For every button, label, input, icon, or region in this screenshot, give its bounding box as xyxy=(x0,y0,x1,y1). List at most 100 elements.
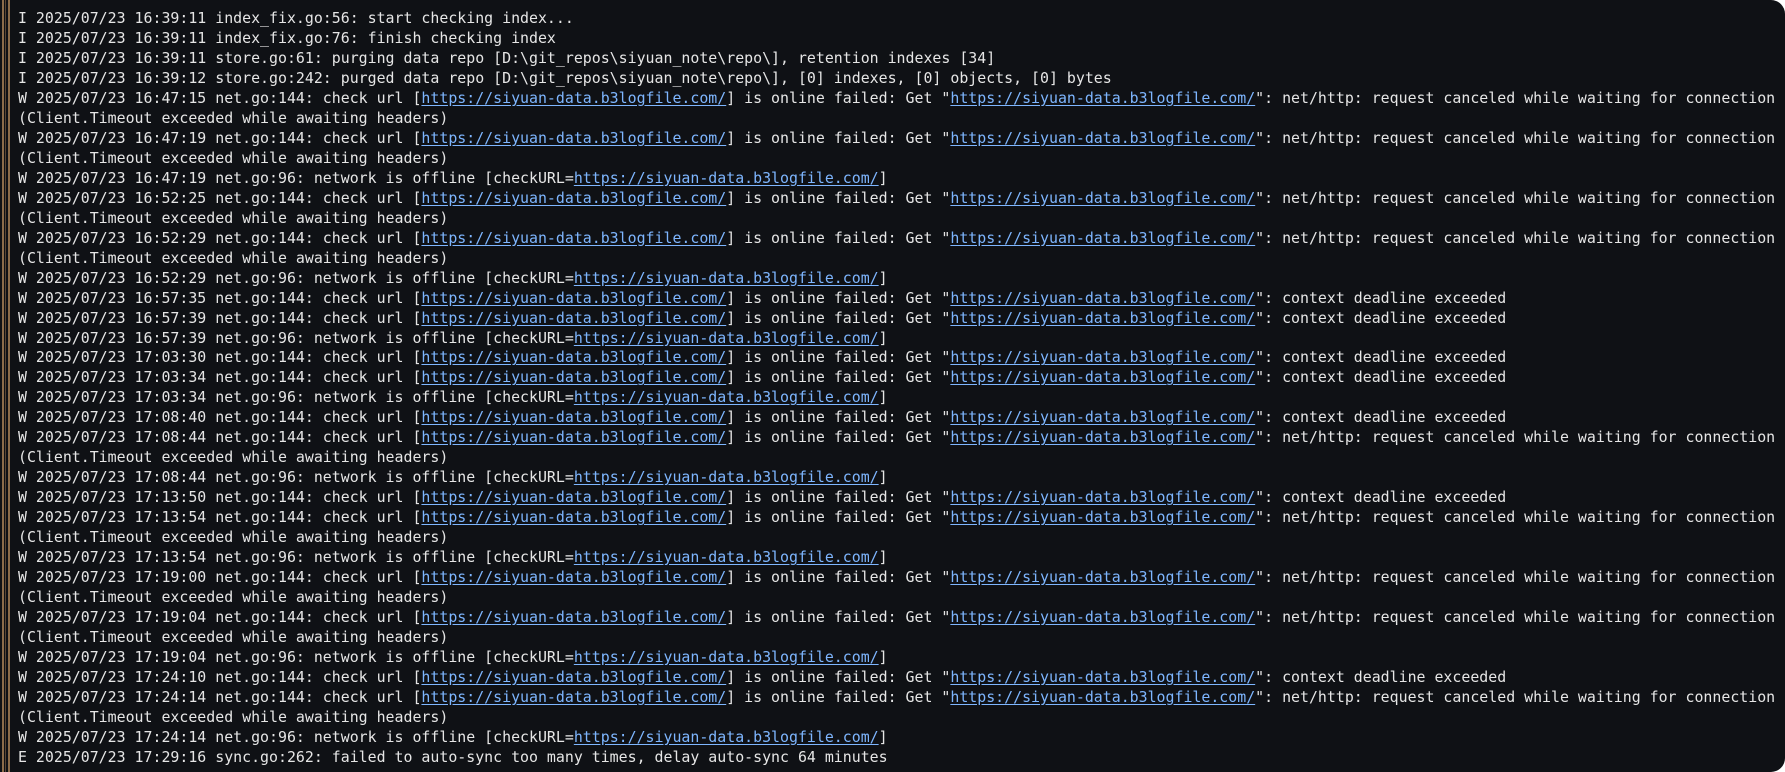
url-link[interactable]: https://siyuan-data.b3logfile.com/ xyxy=(950,189,1255,207)
url-link[interactable]: https://siyuan-data.b3logfile.com/ xyxy=(950,488,1255,506)
url-link[interactable]: https://siyuan-data.b3logfile.com/ xyxy=(950,408,1255,426)
url-link[interactable]: https://siyuan-data.b3logfile.com/ xyxy=(950,89,1255,107)
log-text: W 2025/07/23 17:13:54 net.go:96: network… xyxy=(18,548,574,567)
log-line: I 2025/07/23 16:39:11 index_fix.go:76: f… xyxy=(18,29,1777,49)
log-text: ] is online failed: Get " xyxy=(726,687,951,706)
log-text: ] is online failed: Get " xyxy=(726,308,951,327)
log-text: ] xyxy=(878,727,888,746)
log-line: W 2025/07/23 16:47:15 net.go:144: check … xyxy=(18,89,1777,109)
log-text: W 2025/07/23 17:19:04 net.go:144: check … xyxy=(18,608,422,627)
url-link[interactable]: https://siyuan-data.b3logfile.com/ xyxy=(950,668,1255,686)
url-link[interactable]: https://siyuan-data.b3logfile.com/ xyxy=(950,688,1255,706)
log-text: ": context deadline exceeded xyxy=(1255,368,1507,387)
url-link[interactable]: https://siyuan-data.b3logfile.com/ xyxy=(950,608,1255,626)
url-link[interactable]: https://siyuan-data.b3logfile.com/ xyxy=(421,229,726,247)
url-link[interactable]: https://siyuan-data.b3logfile.com/ xyxy=(950,129,1255,147)
url-link[interactable]: https://siyuan-data.b3logfile.com/ xyxy=(421,189,726,207)
log-text: ": net/http: request canceled while wait… xyxy=(1255,88,1776,107)
url-link[interactable]: https://siyuan-data.b3logfile.com/ xyxy=(421,348,726,366)
log-text: ": net/http: request canceled while wait… xyxy=(1255,428,1776,447)
url-link[interactable]: https://siyuan-data.b3logfile.com/ xyxy=(421,608,726,626)
log-text: (Client.Timeout exceeded while awaiting … xyxy=(18,707,449,726)
log-line: W 2025/07/23 16:52:29 net.go:96: network… xyxy=(18,269,1777,289)
log-line: W 2025/07/23 17:03:30 net.go:144: check … xyxy=(18,348,1777,368)
url-link[interactable]: https://siyuan-data.b3logfile.com/ xyxy=(574,648,879,666)
log-line: W 2025/07/23 17:13:50 net.go:144: check … xyxy=(18,488,1777,508)
url-link[interactable]: https://siyuan-data.b3logfile.com/ xyxy=(950,428,1255,446)
log-text: E 2025/07/23 17:29:16 sync.go:262: faile… xyxy=(18,747,888,766)
log-text: (Client.Timeout exceeded while awaiting … xyxy=(18,628,449,647)
log-line: W 2025/07/23 16:52:29 net.go:144: check … xyxy=(18,229,1777,249)
log-line: W 2025/07/23 17:24:10 net.go:144: check … xyxy=(18,668,1777,688)
url-link[interactable]: https://siyuan-data.b3logfile.com/ xyxy=(421,508,726,526)
url-link[interactable]: https://siyuan-data.b3logfile.com/ xyxy=(574,269,879,287)
log-text: W 2025/07/23 16:57:35 net.go:144: check … xyxy=(18,288,422,307)
url-link[interactable]: https://siyuan-data.b3logfile.com/ xyxy=(950,568,1255,586)
url-link[interactable]: https://siyuan-data.b3logfile.com/ xyxy=(950,309,1255,327)
url-link[interactable]: https://siyuan-data.b3logfile.com/ xyxy=(421,428,726,446)
log-line: W 2025/07/23 17:03:34 net.go:96: network… xyxy=(18,388,1777,408)
log-text: ] is online failed: Get " xyxy=(726,408,951,427)
log-text: W 2025/07/23 17:24:10 net.go:144: check … xyxy=(18,667,422,686)
log-text: W 2025/07/23 17:08:40 net.go:144: check … xyxy=(18,408,422,427)
log-line: W 2025/07/23 17:08:40 net.go:144: check … xyxy=(18,408,1777,428)
log-text: ": net/http: request canceled while wait… xyxy=(1255,228,1776,247)
log-text: ": context deadline exceeded xyxy=(1255,408,1507,427)
log-text: ] is online failed: Get " xyxy=(726,508,951,527)
log-output[interactable]: I 2025/07/23 16:39:11 index_fix.go:56: s… xyxy=(18,9,1777,772)
log-text: W 2025/07/23 16:57:39 net.go:96: network… xyxy=(18,328,574,347)
url-link[interactable]: https://siyuan-data.b3logfile.com/ xyxy=(574,548,879,566)
log-text: ] is online failed: Get " xyxy=(726,368,951,387)
log-line: W 2025/07/23 16:47:19 net.go:96: network… xyxy=(18,169,1777,189)
url-link[interactable]: https://siyuan-data.b3logfile.com/ xyxy=(421,309,726,327)
log-text: I 2025/07/23 16:39:11 index_fix.go:56: s… xyxy=(18,9,574,27)
url-link[interactable]: https://siyuan-data.b3logfile.com/ xyxy=(950,368,1255,386)
log-line: (Client.Timeout exceeded while awaiting … xyxy=(18,448,1777,468)
log-text: W 2025/07/23 17:24:14 net.go:144: check … xyxy=(18,687,422,706)
log-text: W 2025/07/23 16:47:19 net.go:144: check … xyxy=(18,128,422,147)
log-line: W 2025/07/23 17:13:54 net.go:144: check … xyxy=(18,508,1777,528)
log-text: ": net/http: request canceled while wait… xyxy=(1255,687,1776,706)
url-link[interactable]: https://siyuan-data.b3logfile.com/ xyxy=(421,668,726,686)
log-text: ": context deadline exceeded xyxy=(1255,348,1507,367)
log-text: ": net/http: request canceled while wait… xyxy=(1255,568,1776,587)
log-text: ] is online failed: Get " xyxy=(726,288,951,307)
url-link[interactable]: https://siyuan-data.b3logfile.com/ xyxy=(950,348,1255,366)
url-link[interactable]: https://siyuan-data.b3logfile.com/ xyxy=(421,289,726,307)
url-link[interactable]: https://siyuan-data.b3logfile.com/ xyxy=(574,468,879,486)
url-link[interactable]: https://siyuan-data.b3logfile.com/ xyxy=(421,89,726,107)
url-link[interactable]: https://siyuan-data.b3logfile.com/ xyxy=(421,368,726,386)
log-text: W 2025/07/23 17:19:04 net.go:96: network… xyxy=(18,648,574,666)
log-text: ] xyxy=(878,328,888,347)
url-link[interactable]: https://siyuan-data.b3logfile.com/ xyxy=(574,728,879,746)
log-text: W 2025/07/23 17:03:34 net.go:96: network… xyxy=(18,388,574,407)
log-line: I 2025/07/23 16:39:11 store.go:61: purgi… xyxy=(18,49,1777,69)
log-line: (Client.Timeout exceeded while awaiting … xyxy=(18,249,1777,269)
url-link[interactable]: https://siyuan-data.b3logfile.com/ xyxy=(950,289,1255,307)
log-text: (Client.Timeout exceeded while awaiting … xyxy=(18,588,449,607)
url-link[interactable]: https://siyuan-data.b3logfile.com/ xyxy=(950,508,1255,526)
log-line: (Client.Timeout exceeded while awaiting … xyxy=(18,708,1777,728)
url-link[interactable]: https://siyuan-data.b3logfile.com/ xyxy=(421,688,726,706)
log-line: W 2025/07/23 17:19:00 net.go:144: check … xyxy=(18,568,1777,588)
url-link[interactable]: https://siyuan-data.b3logfile.com/ xyxy=(421,408,726,426)
log-text: W 2025/07/23 16:52:29 net.go:96: network… xyxy=(18,268,574,287)
log-text: W 2025/07/23 17:24:14 net.go:96: network… xyxy=(18,727,574,746)
url-link[interactable]: https://siyuan-data.b3logfile.com/ xyxy=(421,488,726,506)
url-link[interactable]: https://siyuan-data.b3logfile.com/ xyxy=(421,568,726,586)
log-text: ] xyxy=(878,548,888,567)
url-link[interactable]: https://siyuan-data.b3logfile.com/ xyxy=(574,169,879,187)
url-link[interactable]: https://siyuan-data.b3logfile.com/ xyxy=(421,129,726,147)
log-text: ] is online failed: Get " xyxy=(726,88,951,107)
log-text: I 2025/07/23 16:39:11 index_fix.go:76: f… xyxy=(18,28,556,47)
log-text: ] is online failed: Get " xyxy=(726,568,951,587)
url-link[interactable]: https://siyuan-data.b3logfile.com/ xyxy=(574,388,879,406)
log-text: ] is online failed: Get " xyxy=(726,348,951,367)
log-text: ": context deadline exceeded xyxy=(1255,288,1507,307)
log-text: (Client.Timeout exceeded while awaiting … xyxy=(18,148,449,167)
log-text: W 2025/07/23 17:03:30 net.go:144: check … xyxy=(18,348,422,367)
url-link[interactable]: https://siyuan-data.b3logfile.com/ xyxy=(574,329,879,347)
log-text: W 2025/07/23 17:08:44 net.go:144: check … xyxy=(18,428,422,447)
url-link[interactable]: https://siyuan-data.b3logfile.com/ xyxy=(950,229,1255,247)
log-line: I 2025/07/23 16:39:12 store.go:242: purg… xyxy=(18,69,1777,89)
